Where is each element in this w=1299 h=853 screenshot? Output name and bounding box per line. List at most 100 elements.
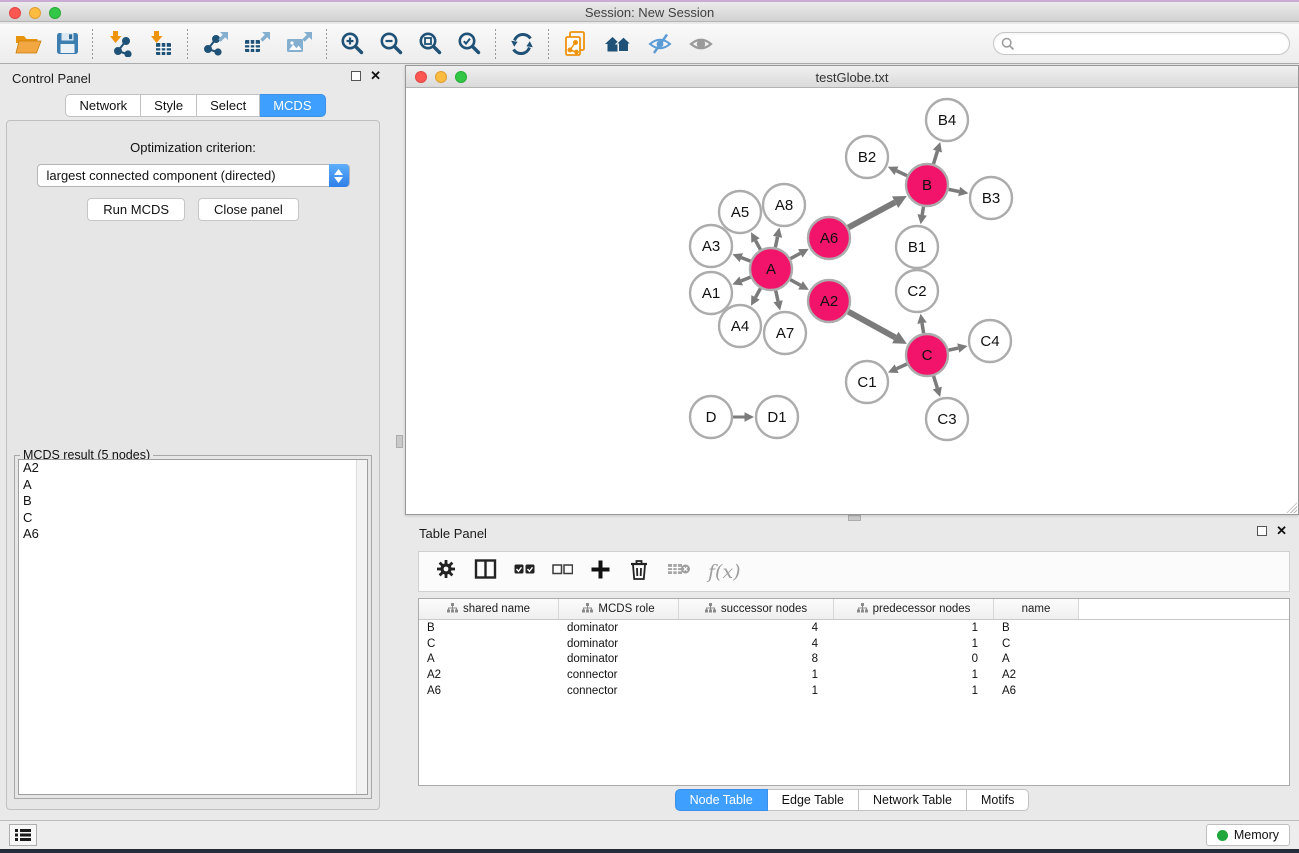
graph-edge[interactable] xyxy=(896,171,907,176)
tab-mcds[interactable]: MCDS xyxy=(260,94,325,117)
graph-edge[interactable] xyxy=(933,151,937,164)
column-header-MCDS-role[interactable]: MCDS role xyxy=(559,599,679,619)
tab-network-table[interactable]: Network Table xyxy=(859,789,967,811)
graph-edge[interactable] xyxy=(775,237,777,248)
tab-node-table[interactable]: Node Table xyxy=(675,789,768,811)
graph-edge[interactable] xyxy=(948,348,958,350)
graph-node-B2[interactable]: B2 xyxy=(846,136,888,178)
tab-network[interactable]: Network xyxy=(65,94,141,117)
hide-panel-eye-slash-icon[interactable] xyxy=(640,28,681,60)
desktop-vertical-scrollbar[interactable] xyxy=(396,435,403,448)
graph-edge[interactable] xyxy=(949,189,960,191)
close-panel-button[interactable]: Close panel xyxy=(198,198,299,221)
graph-node-D[interactable]: D xyxy=(690,396,732,438)
graph-node-B1[interactable]: B1 xyxy=(896,226,938,268)
graph-node-A6[interactable]: A6 xyxy=(808,217,850,259)
window-resize-grip[interactable] xyxy=(1284,500,1297,513)
table-row[interactable]: Cdominator41C xyxy=(419,636,1289,652)
mcds-result-item[interactable]: A2 xyxy=(19,460,367,477)
column-header-predecessor-nodes[interactable]: predecessor nodes xyxy=(834,599,994,619)
graph-node-A4[interactable]: A4 xyxy=(719,305,761,347)
close-table-panel-icon[interactable]: ✕ xyxy=(1276,526,1287,536)
graph-node-A3[interactable]: A3 xyxy=(690,225,732,267)
graph-edge[interactable] xyxy=(756,288,761,297)
table-row[interactable]: Bdominator41B xyxy=(419,620,1289,636)
import-network-icon[interactable] xyxy=(99,28,140,60)
graph-node-C4[interactable]: C4 xyxy=(969,320,1011,362)
refresh-icon[interactable] xyxy=(502,28,542,60)
export-image-icon[interactable] xyxy=(278,28,320,60)
mcds-result-item[interactable]: C xyxy=(19,510,367,527)
graph-edge[interactable] xyxy=(848,312,895,338)
import-table-icon[interactable] xyxy=(140,28,181,60)
graph-edge[interactable] xyxy=(741,258,750,261)
add-icon[interactable] xyxy=(590,559,611,585)
export-network-icon[interactable] xyxy=(194,28,236,60)
graph-node-D1[interactable]: D1 xyxy=(756,396,798,438)
export-table-icon[interactable] xyxy=(236,28,278,60)
column-header-name[interactable]: name xyxy=(994,599,1079,619)
graph-edge[interactable] xyxy=(790,280,800,286)
open-recent-session-icon[interactable] xyxy=(555,28,596,60)
close-panel-icon[interactable]: ✕ xyxy=(370,71,381,81)
zoom-selected-icon[interactable] xyxy=(450,28,489,60)
network-canvas[interactable]: B4B2BB3A8A5A6A3B1AC2A1A2A4A7C4CC1DD1C3 xyxy=(406,88,1298,514)
float-panel-icon[interactable] xyxy=(351,71,361,81)
graph-node-A8[interactable]: A8 xyxy=(763,184,805,226)
float-table-panel-icon[interactable] xyxy=(1257,526,1267,536)
graph-node-A1[interactable]: A1 xyxy=(690,272,732,314)
save-session-icon[interactable] xyxy=(49,28,86,60)
search-input[interactable] xyxy=(1015,35,1289,53)
tab-select[interactable]: Select xyxy=(197,94,260,117)
table-row[interactable]: Adominator80A xyxy=(419,652,1289,668)
graph-edge[interactable] xyxy=(741,277,750,281)
run-mcds-button[interactable]: Run MCDS xyxy=(87,198,185,221)
open-session-icon[interactable] xyxy=(8,28,49,60)
graph-node-A2[interactable]: A2 xyxy=(808,280,850,322)
mcds-list-scrollbar[interactable] xyxy=(356,460,367,794)
tab-motifs[interactable]: Motifs xyxy=(967,789,1029,811)
graph-node-C3[interactable]: C3 xyxy=(926,398,968,440)
delete-trash-icon[interactable] xyxy=(628,558,650,586)
unselect-all-icon[interactable] xyxy=(552,563,573,581)
select-all-icon[interactable] xyxy=(514,563,535,581)
show-columns-icon[interactable] xyxy=(474,558,497,585)
graph-edge[interactable] xyxy=(934,376,938,388)
function-builder-icon[interactable]: f(x) xyxy=(708,561,741,583)
graph-node-A[interactable]: A xyxy=(750,248,792,290)
zoom-in-icon[interactable] xyxy=(333,28,372,60)
network-window-titlebar[interactable]: testGlobe.txt xyxy=(406,66,1298,88)
settings-gear-icon[interactable] xyxy=(435,558,457,585)
table-row[interactable]: A2connector11A2 xyxy=(419,667,1289,683)
tab-edge-table[interactable]: Edge Table xyxy=(768,789,859,811)
graph-node-C2[interactable]: C2 xyxy=(896,270,938,312)
graph-node-C1[interactable]: C1 xyxy=(846,361,888,403)
memory-button[interactable]: Memory xyxy=(1206,824,1290,846)
search-field[interactable] xyxy=(993,32,1290,55)
graph-edge[interactable] xyxy=(790,253,800,258)
column-header-successor-nodes[interactable]: successor nodes xyxy=(679,599,834,619)
mcds-result-item[interactable]: B xyxy=(19,493,367,510)
graph-node-A7[interactable]: A7 xyxy=(764,312,806,354)
delete-table-icon[interactable] xyxy=(667,561,691,582)
graph-edge[interactable] xyxy=(897,364,907,369)
graph-edge[interactable] xyxy=(848,202,895,227)
graph-edge[interactable] xyxy=(922,207,923,215)
show-panel-eye-icon[interactable] xyxy=(681,28,722,60)
reset-view-home-icon[interactable] xyxy=(596,28,640,60)
table-row[interactable]: A6connector11A6 xyxy=(419,683,1289,699)
graph-edge[interactable] xyxy=(776,290,778,301)
zoom-out-icon[interactable] xyxy=(372,28,411,60)
mcds-result-item[interactable]: A6 xyxy=(19,526,367,543)
mcds-result-item[interactable]: A xyxy=(19,477,367,494)
tab-style[interactable]: Style xyxy=(141,94,197,117)
criterion-select[interactable]: largest connected component (directed) xyxy=(37,164,350,187)
graph-node-C[interactable]: C xyxy=(906,334,948,376)
zoom-fit-icon[interactable] xyxy=(411,28,450,60)
graph-edge[interactable] xyxy=(922,323,924,333)
task-history-button[interactable] xyxy=(9,824,37,846)
graph-node-B3[interactable]: B3 xyxy=(970,177,1012,219)
graph-edge[interactable] xyxy=(756,241,761,250)
graph-node-B[interactable]: B xyxy=(906,164,948,206)
column-header-shared-name[interactable]: shared name xyxy=(419,599,559,619)
